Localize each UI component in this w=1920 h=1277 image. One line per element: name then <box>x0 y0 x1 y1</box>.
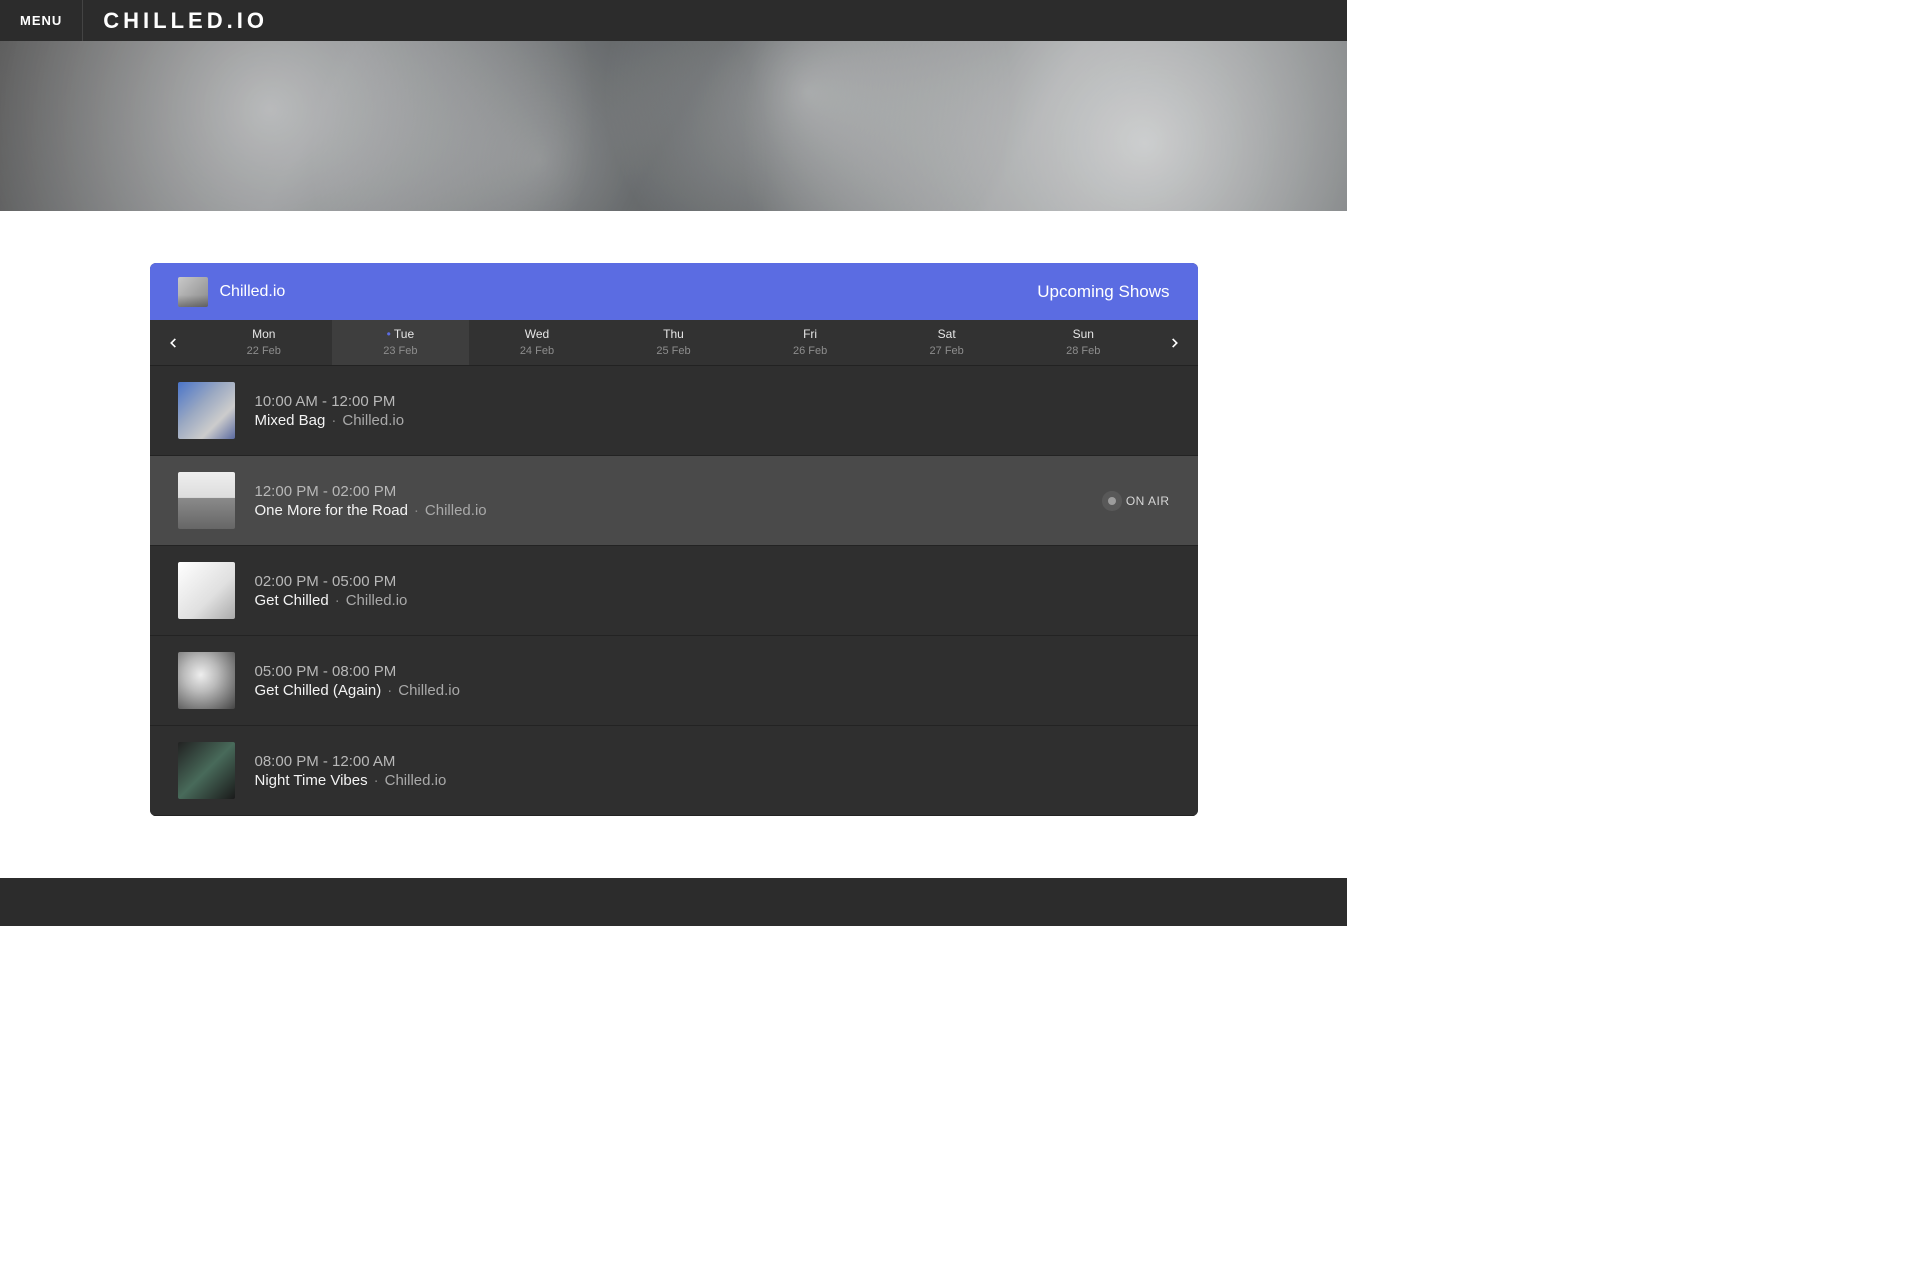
upcoming-shows-label: Upcoming Shows <box>1037 282 1169 302</box>
day-tab-sun[interactable]: Sun28 Feb <box>1015 320 1152 365</box>
separator: · <box>374 772 379 789</box>
prev-week-button[interactable] <box>150 320 196 365</box>
show-thumbnail <box>178 472 235 529</box>
show-info: 08:00 PM - 12:00 AM Night Time Vibes · Chil… <box>255 753 1170 789</box>
show-thumbnail <box>178 382 235 439</box>
onair-badge: ON AIR <box>1108 494 1170 508</box>
show-row[interactable]: 08:00 PM - 12:00 AM Night Time Vibes · Chil… <box>150 726 1198 816</box>
day-tab-sat[interactable]: Sat27 Feb <box>878 320 1015 365</box>
chevron-right-icon <box>1168 336 1182 350</box>
show-station: Chilled.io <box>346 592 408 609</box>
separator: · <box>335 592 340 609</box>
show-time: 08:00 PM - 12:00 AM <box>255 753 1170 770</box>
day-date: 23 Feb <box>383 344 417 358</box>
show-time: 12:00 PM - 02:00 PM <box>255 483 1108 500</box>
day-tab-fri[interactable]: Fri26 Feb <box>742 320 879 365</box>
day-of-week: Fri <box>803 327 817 343</box>
show-row[interactable]: 02:00 PM - 05:00 PM Get Chilled · Chilled.i… <box>150 546 1198 636</box>
separator: · <box>414 502 419 519</box>
show-time: 05:00 PM - 08:00 PM <box>255 663 1170 680</box>
station-header: Chilled.io Upcoming Shows <box>150 263 1198 320</box>
separator: · <box>331 412 336 429</box>
station-name[interactable]: Chilled.io <box>220 283 286 301</box>
day-date: 24 Feb <box>520 344 554 358</box>
show-title: Get Chilled (Again) <box>255 682 382 699</box>
day-date: 25 Feb <box>656 344 690 358</box>
footer-bar <box>0 878 1347 926</box>
onair-label: ON AIR <box>1126 494 1170 508</box>
day-of-week: Wed <box>525 327 549 343</box>
onair-dot-icon <box>1108 497 1116 505</box>
brand-title[interactable]: CHILLED.IO <box>83 8 268 34</box>
day-tab-thu[interactable]: Thu25 Feb <box>605 320 742 365</box>
show-info: 12:00 PM - 02:00 PM One More for the Road… <box>255 483 1108 519</box>
show-title: Mixed Bag <box>255 412 326 429</box>
next-week-button[interactable] <box>1152 320 1198 365</box>
show-thumbnail <box>178 742 235 799</box>
schedule-card: Chilled.io Upcoming Shows Mon22 FebTue23… <box>150 263 1198 816</box>
day-tab-wed[interactable]: Wed24 Feb <box>469 320 606 365</box>
show-title-line: Mixed Bag · Chilled.io <box>255 412 1170 429</box>
show-row[interactable]: 12:00 PM - 02:00 PM One More for the Road… <box>150 456 1198 546</box>
day-of-week: Sat <box>938 327 956 343</box>
day-of-week: Sun <box>1073 327 1094 343</box>
show-thumbnail <box>178 562 235 619</box>
show-station: Chilled.io <box>398 682 460 699</box>
show-title-line: One More for the Road · Chilled.io <box>255 502 1108 519</box>
day-selector: Mon22 FebTue23 FebWed24 FebThu25 FebFri2… <box>150 320 1198 366</box>
show-thumbnail <box>178 652 235 709</box>
day-tab-tue[interactable]: Tue23 Feb <box>332 320 469 365</box>
hero-image <box>0 41 1347 211</box>
show-title: One More for the Road <box>255 502 408 519</box>
day-of-week: Tue <box>387 327 415 343</box>
day-of-week: Mon <box>252 327 275 343</box>
chevron-left-icon <box>166 336 180 350</box>
day-tabs: Mon22 FebTue23 FebWed24 FebThu25 FebFri2… <box>196 320 1152 365</box>
show-info: 02:00 PM - 05:00 PM Get Chilled · Chilled.i… <box>255 573 1170 609</box>
show-info: 05:00 PM - 08:00 PM Get Chilled (Again) · C… <box>255 663 1170 699</box>
day-date: 28 Feb <box>1066 344 1100 358</box>
show-title: Night Time Vibes <box>255 772 368 789</box>
show-station: Chilled.io <box>385 772 447 789</box>
top-navbar: MENU CHILLED.IO <box>0 0 1347 41</box>
show-row[interactable]: 10:00 AM - 12:00 PM Mixed Bag · Chilled.io <box>150 366 1198 456</box>
day-date: 26 Feb <box>793 344 827 358</box>
show-title-line: Night Time Vibes · Chilled.io <box>255 772 1170 789</box>
separator: · <box>387 682 392 699</box>
show-title: Get Chilled <box>255 592 329 609</box>
show-time: 02:00 PM - 05:00 PM <box>255 573 1170 590</box>
show-row[interactable]: 05:00 PM - 08:00 PM Get Chilled (Again) · C… <box>150 636 1198 726</box>
show-title-line: Get Chilled · Chilled.io <box>255 592 1170 609</box>
day-of-week: Thu <box>663 327 684 343</box>
station-thumbnail <box>178 277 208 307</box>
menu-button[interactable]: MENU <box>0 0 83 41</box>
show-station: Chilled.io <box>342 412 404 429</box>
show-info: 10:00 AM - 12:00 PM Mixed Bag · Chilled.io <box>255 393 1170 429</box>
main-content: Chilled.io Upcoming Shows Mon22 FebTue23… <box>0 211 1347 816</box>
show-title-line: Get Chilled (Again) · Chilled.io <box>255 682 1170 699</box>
show-time: 10:00 AM - 12:00 PM <box>255 393 1170 410</box>
day-date: 27 Feb <box>930 344 964 358</box>
day-tab-mon[interactable]: Mon22 Feb <box>196 320 333 365</box>
show-station: Chilled.io <box>425 502 487 519</box>
shows-list: 10:00 AM - 12:00 PMMixed Bag·Chilled.io1… <box>150 366 1198 816</box>
day-date: 22 Feb <box>247 344 281 358</box>
